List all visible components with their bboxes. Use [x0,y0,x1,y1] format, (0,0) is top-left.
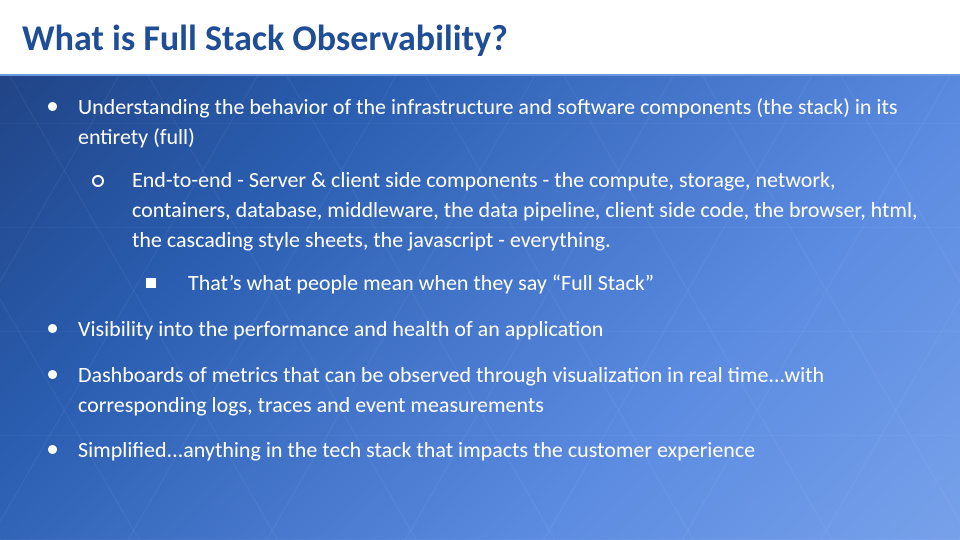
list-item: Dashboards of metrics that can be observ… [40,360,920,419]
slide-title: What is Full Stack Observability? [22,16,938,60]
list-item: Understanding the behavior of the infras… [40,92,920,298]
list-item: Visibility into the performance and heal… [40,314,920,344]
bullet-list-level1: Understanding the behavior of the infras… [40,92,920,465]
bullet-text: Visibility into the performance and heal… [78,315,603,342]
bullet-text: That’s what people mean when they say “F… [188,269,654,296]
list-item: End-to-end - Server & client side compon… [78,165,920,298]
bullet-text: Dashboards of metrics that can be observ… [78,361,824,418]
bullet-text: End-to-end - Server & client side compon… [132,166,918,252]
list-item: That’s what people mean when they say “F… [132,268,920,298]
list-item: Simplified...anything in the tech stack … [40,435,920,465]
bullet-text: Understanding the behavior of the infras… [78,93,897,150]
bullet-text: Simplified...anything in the tech stack … [78,436,755,463]
bullet-list-level2: End-to-end - Server & client side compon… [78,165,920,298]
slide: What is Full Stack Observability? Unders… [0,0,960,540]
bullet-list-level3: That’s what people mean when they say “F… [132,268,920,298]
slide-content: Understanding the behavior of the infras… [0,76,960,465]
title-bar: What is Full Stack Observability? [0,0,960,76]
